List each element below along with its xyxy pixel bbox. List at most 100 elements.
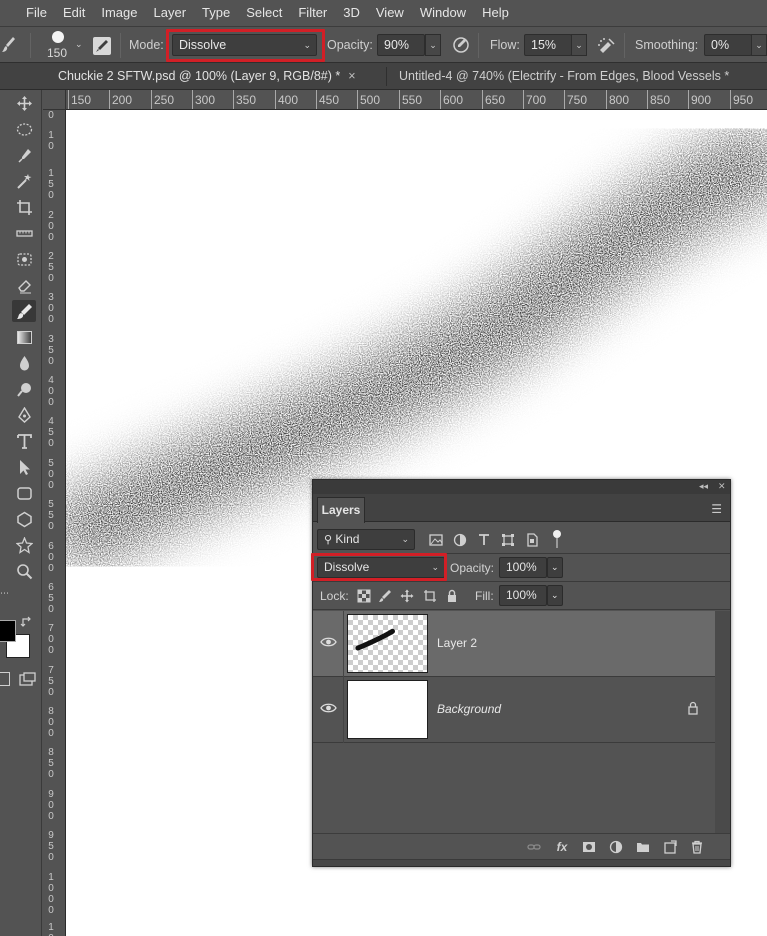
layer-filter-dropdown[interactable]: ⚲ Kind ⌄ <box>317 529 415 550</box>
panel-resize-grip[interactable] <box>313 859 730 866</box>
layer-row-background[interactable]: Background <box>313 677 715 743</box>
new-group-icon[interactable] <box>635 839 651 855</box>
ruler-origin[interactable] <box>43 90 66 110</box>
close-icon[interactable]: × <box>348 69 355 83</box>
layer-list-scrollbar[interactable] <box>715 611 730 833</box>
horizontal-ruler[interactable]: 150 200 250 300 350 400 450 500 550 600 … <box>66 90 767 110</box>
zoom-tool-icon[interactable] <box>12 560 36 582</box>
menu-type[interactable]: Type <box>194 0 238 26</box>
pen-tool-icon[interactable] <box>12 404 36 426</box>
menu-layer[interactable]: Layer <box>146 0 195 26</box>
smart-object-filter-icon[interactable] <box>524 532 540 548</box>
blend-mode-highlight-box <box>311 553 447 581</box>
document-tab-2[interactable]: Untitled-4 @ 740% (Electrify - From Edge… <box>399 63 729 90</box>
smoothing-input[interactable]: 0% <box>704 34 752 56</box>
tools-panel: ⋯ <box>0 90 42 936</box>
lock-position-icon[interactable] <box>399 588 415 604</box>
lock-label: Lock: <box>320 589 349 603</box>
ruler-tick-label: 1 0 <box>48 130 54 152</box>
opacity-input[interactable]: 90% <box>377 34 425 56</box>
menu-view[interactable]: View <box>368 0 412 26</box>
layers-bottom-bar: fx <box>313 833 730 859</box>
type-tool-icon[interactable] <box>12 430 36 452</box>
layer-opacity-input[interactable]: 100% <box>499 557 547 578</box>
add-mask-icon[interactable] <box>581 839 597 855</box>
ruler-tick-label: 550 <box>402 93 423 107</box>
menu-filter[interactable]: Filter <box>290 0 335 26</box>
magic-wand-tool-icon[interactable] <box>12 170 36 192</box>
screen-mode-icon[interactable] <box>19 672 36 686</box>
menu-select[interactable]: Select <box>238 0 290 26</box>
eye-icon[interactable] <box>320 701 337 715</box>
shape-layer-filter-icon[interactable] <box>500 532 516 548</box>
path-selection-tool-icon[interactable] <box>12 456 36 478</box>
close-panel-icon[interactable]: ✕ <box>718 481 726 492</box>
lock-all-icon[interactable] <box>444 588 460 604</box>
fx-icon[interactable]: fx <box>554 839 570 855</box>
smoothing-dropdown-button[interactable]: ⌄ <box>751 34 767 56</box>
brush-tool-icon[interactable] <box>12 300 36 322</box>
blur-tool-icon[interactable] <box>12 352 36 374</box>
ruler-tool-icon[interactable] <box>12 222 36 244</box>
menu-window[interactable]: Window <box>412 0 474 26</box>
flow-dropdown-button[interactable]: ⌄ <box>571 34 587 56</box>
document-tab-1[interactable]: Chuckie 2 SFTW.psd @ 100% (Layer 9, RGB/… <box>58 63 356 90</box>
menu-image[interactable]: Image <box>93 0 145 26</box>
airbrush-icon[interactable] <box>597 36 617 54</box>
patch-tool-icon[interactable] <box>12 248 36 270</box>
type-layer-filter-icon[interactable] <box>476 532 492 548</box>
panel-titlebar[interactable]: ◂◂ ✕ <box>313 480 730 494</box>
swap-colors-icon[interactable] <box>20 616 34 628</box>
foreground-color-swatch[interactable] <box>0 620 16 642</box>
layer-thumbnail[interactable] <box>347 680 428 739</box>
move-tool-icon[interactable] <box>12 92 36 114</box>
custom-shape-tool-icon[interactable] <box>12 534 36 556</box>
dodge-tool-icon[interactable] <box>12 378 36 400</box>
brush-settings-icon[interactable] <box>93 37 111 55</box>
delete-layer-icon[interactable] <box>689 839 705 855</box>
lock-artboard-icon[interactable] <box>422 588 438 604</box>
edit-toolbar-icon[interactable]: ⋯ <box>0 588 9 600</box>
lock-transparent-pixels-icon[interactable] <box>356 588 372 604</box>
quick-mask-icon[interactable] <box>0 672 10 686</box>
menu-help[interactable]: Help <box>474 0 517 26</box>
fill-dropdown-button[interactable]: ⌄ <box>547 585 563 606</box>
filter-toggle-switch[interactable] <box>553 530 561 550</box>
eraser-tool-icon[interactable] <box>12 274 36 296</box>
layer-opacity-dropdown-button[interactable]: ⌄ <box>547 557 563 578</box>
new-layer-icon[interactable] <box>662 839 678 855</box>
tab-layers[interactable]: Layers <box>317 497 365 523</box>
brush-preset-picker[interactable]: 150 <box>46 30 70 62</box>
rectangle-tool-icon[interactable] <box>12 482 36 504</box>
link-layers-icon[interactable] <box>526 839 542 855</box>
gradient-tool-icon[interactable] <box>12 326 36 348</box>
flow-input[interactable]: 15% <box>524 34 572 56</box>
adjustment-layer-filter-icon[interactable] <box>452 532 468 548</box>
menu-edit[interactable]: Edit <box>55 0 93 26</box>
collapse-panel-icon[interactable]: ◂◂ <box>699 481 708 492</box>
crop-tool-icon[interactable] <box>12 196 36 218</box>
opacity-dropdown-button[interactable]: ⌄ <box>425 34 441 56</box>
menu-3d[interactable]: 3D <box>335 0 368 26</box>
brush-preset-chevron-icon[interactable]: ⌄ <box>75 39 83 50</box>
layer-row-layer-2[interactable]: Layer 2 <box>313 611 715 677</box>
pixel-layer-filter-icon[interactable] <box>428 532 444 548</box>
polygon-tool-icon[interactable] <box>12 508 36 530</box>
marquee-tool-icon[interactable] <box>12 118 36 140</box>
lock-icon[interactable] <box>686 701 700 715</box>
pressure-opacity-icon[interactable] <box>452 36 470 54</box>
vertical-ruler[interactable]: 0 1 0 1 5 0 2 0 0 2 5 0 3 0 0 3 5 0 4 0 … <box>43 110 66 936</box>
panel-menu-icon[interactable]: ☰ <box>711 502 722 516</box>
ruler-tick-mark <box>192 90 193 109</box>
eye-icon[interactable] <box>320 635 337 649</box>
layer-name[interactable]: Background <box>437 702 501 716</box>
menu-file[interactable]: File <box>18 0 55 26</box>
smoothing-label: Smoothing: <box>635 38 699 52</box>
new-adjustment-layer-icon[interactable] <box>608 839 624 855</box>
brush-tool-icon[interactable] <box>2 36 16 54</box>
fill-input[interactable]: 100% <box>499 585 547 606</box>
lock-image-pixels-icon[interactable] <box>377 588 393 604</box>
lasso-tool-icon[interactable] <box>12 144 36 166</box>
layer-name[interactable]: Layer 2 <box>437 636 477 650</box>
layer-thumbnail[interactable] <box>347 614 428 673</box>
